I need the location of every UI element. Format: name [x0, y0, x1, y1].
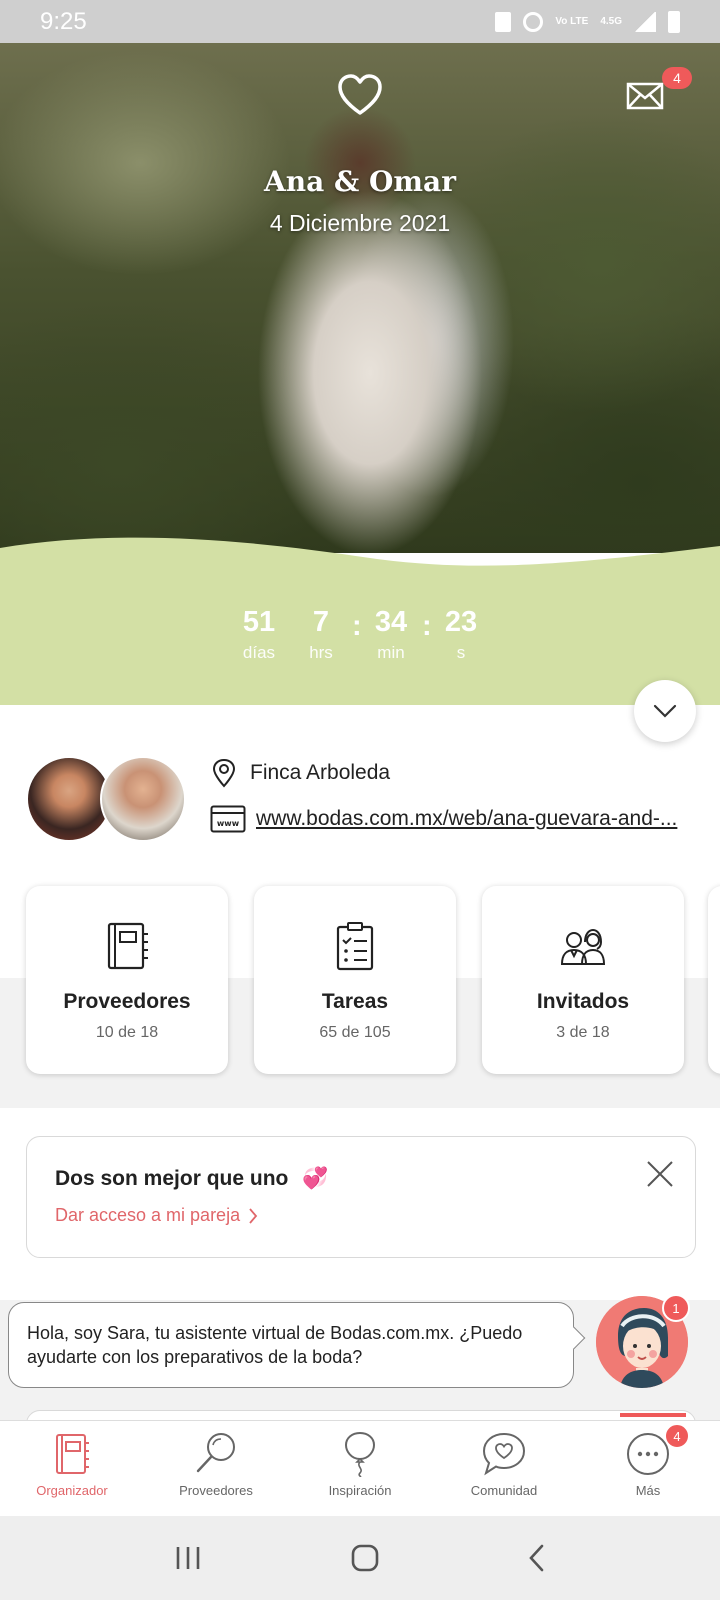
status-icons: Vo LTE 4.5G: [495, 10, 680, 33]
hearts-emoji-icon: 💞: [302, 1167, 329, 1190]
system-nav-bar: [0, 1516, 720, 1600]
venue-row[interactable]: Finca Arboleda: [212, 758, 390, 788]
nav-label: Más: [635, 1483, 661, 1498]
wedding-date: 4 Diciembre 2021: [269, 210, 451, 236]
hero-photo: 4 Ana & Omar 4 Diciembre 2021: [0, 43, 720, 553]
nav-mas[interactable]: Más 4: [576, 1421, 720, 1516]
alarm-icon: [523, 11, 544, 32]
days-label: días: [242, 643, 276, 662]
status-time: 9:25: [40, 7, 87, 35]
nav-label: Inspiración: [328, 1483, 392, 1498]
mail-badge: 4: [662, 67, 692, 89]
magnifier-icon: [196, 1433, 235, 1473]
hours-label: hrs: [309, 643, 333, 662]
back-icon[interactable]: [527, 1543, 547, 1573]
card-title: Proveedores: [63, 990, 191, 1013]
close-icon[interactable]: [645, 1159, 675, 1189]
card-next-peek[interactable]: [708, 886, 720, 1074]
notification-icon: [495, 11, 512, 32]
hours-value: 7: [312, 606, 330, 638]
expand-button[interactable]: [634, 680, 696, 742]
card-subtitle: 65 de 105: [319, 1024, 391, 1041]
nav-label: Proveedores: [179, 1483, 253, 1498]
nav-inspiracion[interactable]: Inspiración: [288, 1421, 432, 1516]
countdown-days: 51 días: [228, 605, 290, 663]
network-gen-label: 4.5G: [600, 15, 622, 27]
card-subtitle: 10 de 18: [95, 1024, 159, 1041]
promo-title: Dos son mejor que uno: [55, 1167, 289, 1190]
venue-name: Finca Arboleda: [250, 761, 391, 784]
partner-access-link[interactable]: Dar acceso a mi pareja: [55, 1205, 258, 1226]
avatar: [100, 756, 186, 842]
signal-icon: [634, 11, 656, 32]
card-tareas[interactable]: Tareas 65 de 105: [254, 886, 456, 1074]
volte-label: Vo LTE: [555, 15, 589, 27]
couple-name: Ana & Omar: [264, 165, 456, 198]
more-badge: 4: [664, 1423, 690, 1449]
nav-organizador[interactable]: Organizador: [0, 1421, 144, 1516]
recent-apps-icon[interactable]: [173, 1545, 203, 1571]
location-pin-icon: [212, 758, 236, 788]
assistant-badge: 1: [662, 1294, 690, 1322]
card-subtitle: 3 de 18: [556, 1024, 610, 1041]
couple-avatars[interactable]: [26, 756, 186, 844]
web-icon: www: [210, 805, 246, 833]
countdown-panel: 51 días 7 hrs : 34 min : 23 s: [0, 530, 720, 705]
promo-card: Dos son mejor que uno 💞 Dar acceso a mi …: [26, 1136, 696, 1258]
guests-icon: [560, 928, 606, 965]
website-row[interactable]: www www.bodas.com.mx/web/ana-guevara-and…: [210, 805, 700, 833]
countdown-minutes: 34 min: [360, 605, 422, 663]
promo-link-label: Dar acceso a mi pareja: [55, 1205, 241, 1225]
progress-accent: [620, 1413, 686, 1417]
svg-text:www: www: [217, 819, 240, 828]
nav-proveedores[interactable]: Proveedores: [144, 1421, 288, 1516]
nav-label: Organizador: [36, 1483, 108, 1498]
status-bar: 9:25 Vo LTE 4.5G: [0, 0, 720, 43]
chat-heart-icon: [482, 1432, 526, 1476]
card-title: Tareas: [321, 990, 389, 1013]
minutes-value: 34: [374, 606, 408, 638]
mail-icon[interactable]: [626, 81, 664, 111]
chevron-right-icon: [249, 1207, 258, 1224]
chevron-down-icon: [653, 704, 677, 718]
countdown-separator: :: [422, 610, 432, 642]
card-title: Invitados: [536, 990, 630, 1013]
minutes-label: min: [377, 643, 405, 662]
notebook-icon: [56, 1434, 89, 1474]
countdown-separator: :: [352, 610, 362, 642]
battery-icon: [668, 10, 680, 33]
seconds-value: 23: [444, 606, 478, 638]
seconds-label: s: [456, 643, 466, 662]
checklist-icon: [336, 922, 374, 971]
countdown-seconds: 23 s: [430, 605, 492, 663]
assistant-message[interactable]: Hola, soy Sara, tu asistente virtual de …: [8, 1302, 574, 1388]
notebook-icon: [107, 922, 148, 970]
summary-cards: Proveedores 10 de 18 Tareas 65 de 105 In…: [26, 886, 684, 1074]
heart-icon[interactable]: [336, 71, 384, 119]
promo-title-row: Dos son mejor que uno 💞: [55, 1167, 329, 1191]
card-invitados[interactable]: Invitados 3 de 18: [482, 886, 684, 1074]
bottom-nav: Organizador Proveedores Inspiración Comu…: [0, 1420, 720, 1516]
balloon-icon: [344, 1431, 376, 1477]
nav-comunidad[interactable]: Comunidad: [432, 1421, 576, 1516]
days-value: 51: [242, 606, 276, 638]
home-icon[interactable]: [350, 1543, 380, 1573]
card-proveedores[interactable]: Proveedores 10 de 18: [26, 886, 228, 1074]
countdown-hours: 7 hrs: [290, 605, 352, 663]
countdown: 51 días 7 hrs : 34 min : 23 s: [0, 605, 720, 663]
website-link[interactable]: www.bodas.com.mx/web/ana-guevara-and-...: [256, 807, 700, 831]
nav-label: Comunidad: [470, 1483, 538, 1498]
